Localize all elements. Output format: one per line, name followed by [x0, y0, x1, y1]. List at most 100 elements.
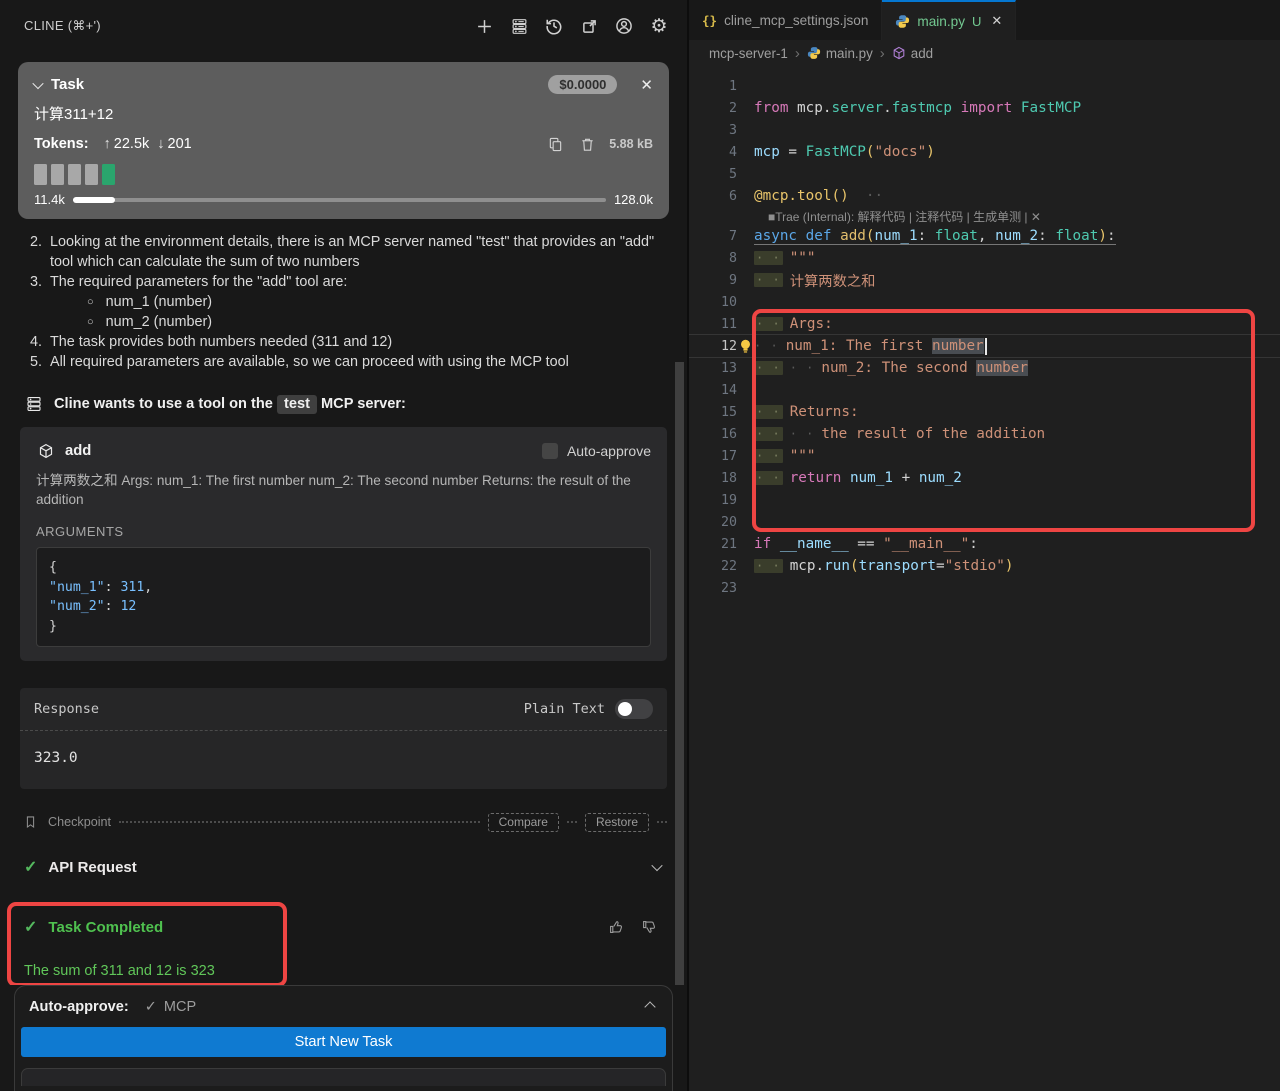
footer-mcp-status[interactable]: ✓ MCP [145, 999, 196, 1015]
cursor-caret [985, 338, 987, 355]
line-number: 19 [689, 493, 737, 508]
code-line: 23 [689, 577, 1280, 599]
code-line: 19 [689, 489, 1280, 511]
api-request-row[interactable]: ✓ API Request [24, 857, 667, 877]
task-size: 5.88 kB [609, 137, 653, 151]
list-subitem: ○num_2 (number) [87, 312, 663, 332]
cost-badge[interactable]: $0.0000 [548, 75, 617, 94]
code-line: 18· ·return num_1 + num_2 [689, 467, 1280, 489]
task-completed-block: ✓ Task Completed The sum of 311 and 12 i… [24, 917, 667, 979]
context-max: 128.0k [614, 192, 653, 207]
code-line: 2from mcp.server.fastmcp import FastMCP [689, 97, 1280, 119]
account-icon[interactable] [614, 16, 634, 36]
auto-approve-label: Auto-approve [567, 443, 651, 459]
code-lines: 1 2from mcp.server.fastmcp import FastMCP… [689, 75, 1280, 599]
mcp-server-icon [24, 394, 44, 414]
code-line: 16· ·· ·the result of the addition [689, 423, 1280, 445]
code-line: 20 [689, 511, 1280, 533]
arguments-label: ARGUMENTS [36, 524, 651, 539]
tab-close-icon[interactable]: ✕ [991, 13, 1002, 29]
line-number: 11 [689, 317, 737, 332]
start-new-task-button[interactable]: Start New Task [21, 1027, 666, 1057]
breadcrumb-folder[interactable]: mcp-server-1 [709, 46, 788, 61]
task-title: Task [51, 76, 84, 93]
panel-title: CLINE (⌘+') [24, 18, 101, 34]
tool-heading-text: Cline wants to use a tool on the test MC… [54, 396, 406, 412]
code-line: 9· ·计算两数之和 [689, 269, 1280, 291]
reasoning-list: 2.Looking at the environment details, th… [30, 232, 663, 372]
code-line: 13· ·· ·num_2: The second number [689, 357, 1280, 379]
line-number: 15 [689, 405, 737, 420]
tool-call-card: add Auto-approve 计算两数之和 Args: num_1: The… [20, 427, 667, 661]
settings-gear-icon[interactable]: ⚙ [649, 16, 669, 36]
trae-inline-actions[interactable]: ■Trae (Internal): 解释代码 | 注释代码 | 生成单测 | ✕ [689, 207, 1280, 225]
footer-collapse-chevron-icon[interactable] [644, 1001, 655, 1012]
api-request-chevron-icon[interactable] [651, 860, 662, 871]
mcp-check-icon: ✓ [145, 999, 157, 1015]
tab-main-py[interactable]: main.py U ✕ [882, 0, 1016, 40]
bookmark-icon [20, 812, 40, 832]
list-item: 2.Looking at the environment details, th… [30, 232, 663, 272]
python-file-icon [807, 46, 821, 60]
json-line: } [49, 617, 638, 637]
context-min: 11.4k [34, 192, 65, 207]
checkpoint-label: Checkpoint [48, 815, 111, 829]
list-subitem: ○num_1 (number) [87, 292, 663, 312]
arguments-json: { "num_1": 311, "num_2": 12} [36, 547, 651, 647]
chat-scroll-area: Task $0.0000 ✕ 计算311+12 Tokens: ↑ 22.5k … [0, 52, 687, 985]
tokens-up-icon: ↑ [104, 136, 111, 152]
list-item: 4.The task provides both numbers needed … [30, 332, 663, 352]
auto-approve-checkbox[interactable] [542, 443, 558, 459]
line-number: 22 [689, 559, 737, 574]
tokens-down-icon: ↓ [157, 136, 164, 152]
lightbulb-icon[interactable] [737, 339, 754, 354]
open-in-editor-icon[interactable] [579, 16, 599, 36]
package-cube-icon [36, 441, 56, 461]
code-line: 7async def add(num_1: float, num_2: floa… [689, 225, 1280, 247]
compare-button[interactable]: Compare [488, 813, 559, 832]
response-value: 323.0 [20, 731, 667, 789]
checkpoint-row: Checkpoint Compare Restore [20, 812, 667, 832]
plain-text-toggle[interactable] [615, 699, 653, 719]
delete-icon[interactable] [577, 134, 597, 154]
panel-scrollbar[interactable] [675, 362, 684, 985]
copy-icon[interactable] [545, 134, 565, 154]
tool-name: add [65, 443, 91, 459]
breadcrumb-symbol[interactable]: add [911, 46, 933, 61]
line-number: 1 [689, 79, 737, 94]
editor-pane: {} cline_mcp_settings.json main.py U ✕ m… [687, 0, 1280, 1091]
completed-check-icon: ✓ [24, 917, 37, 937]
thumbs-up-icon[interactable] [606, 917, 626, 937]
code-line: 4mcp = FastMCP("docs") [689, 141, 1280, 163]
line-number: 20 [689, 515, 737, 530]
tool-use-heading: Cline wants to use a tool on the test MC… [24, 394, 667, 414]
code-line: 8· ·""" [689, 247, 1280, 269]
line-number: 3 [689, 123, 737, 138]
json-file-icon: {} [702, 13, 717, 28]
line-number: 23 [689, 581, 737, 596]
server-name-badge: test [277, 395, 317, 414]
tab-cline-mcp-settings[interactable]: {} cline_mcp_settings.json [689, 0, 882, 40]
code-line: 14 [689, 379, 1280, 401]
thumbs-down-icon[interactable] [639, 917, 659, 937]
task-collapse-chevron-icon[interactable] [32, 77, 43, 88]
success-check-icon: ✓ [24, 857, 37, 877]
code-editor[interactable]: 1 2from mcp.server.fastmcp import FastMCP… [689, 66, 1280, 1091]
history-icon[interactable] [544, 16, 564, 36]
git-indent-chip: · · [754, 273, 783, 287]
breadcrumb-file[interactable]: main.py [826, 46, 873, 61]
task-close-icon[interactable]: ✕ [640, 76, 653, 94]
tokens-down-value: 201 [168, 136, 192, 152]
restore-button[interactable]: Restore [585, 813, 649, 832]
line-number: 16 [689, 427, 737, 442]
json-line: { [49, 558, 638, 578]
mcp-servers-icon[interactable] [509, 16, 529, 36]
git-indent-chip: · · [754, 471, 783, 485]
response-title: Response [34, 701, 99, 717]
context-window-block [102, 164, 115, 185]
context-window-block [85, 164, 98, 185]
chat-input-box[interactable] [21, 1068, 666, 1086]
new-task-icon[interactable] [474, 16, 494, 36]
git-indent-chip: · · [754, 559, 783, 573]
context-window-block [51, 164, 64, 185]
